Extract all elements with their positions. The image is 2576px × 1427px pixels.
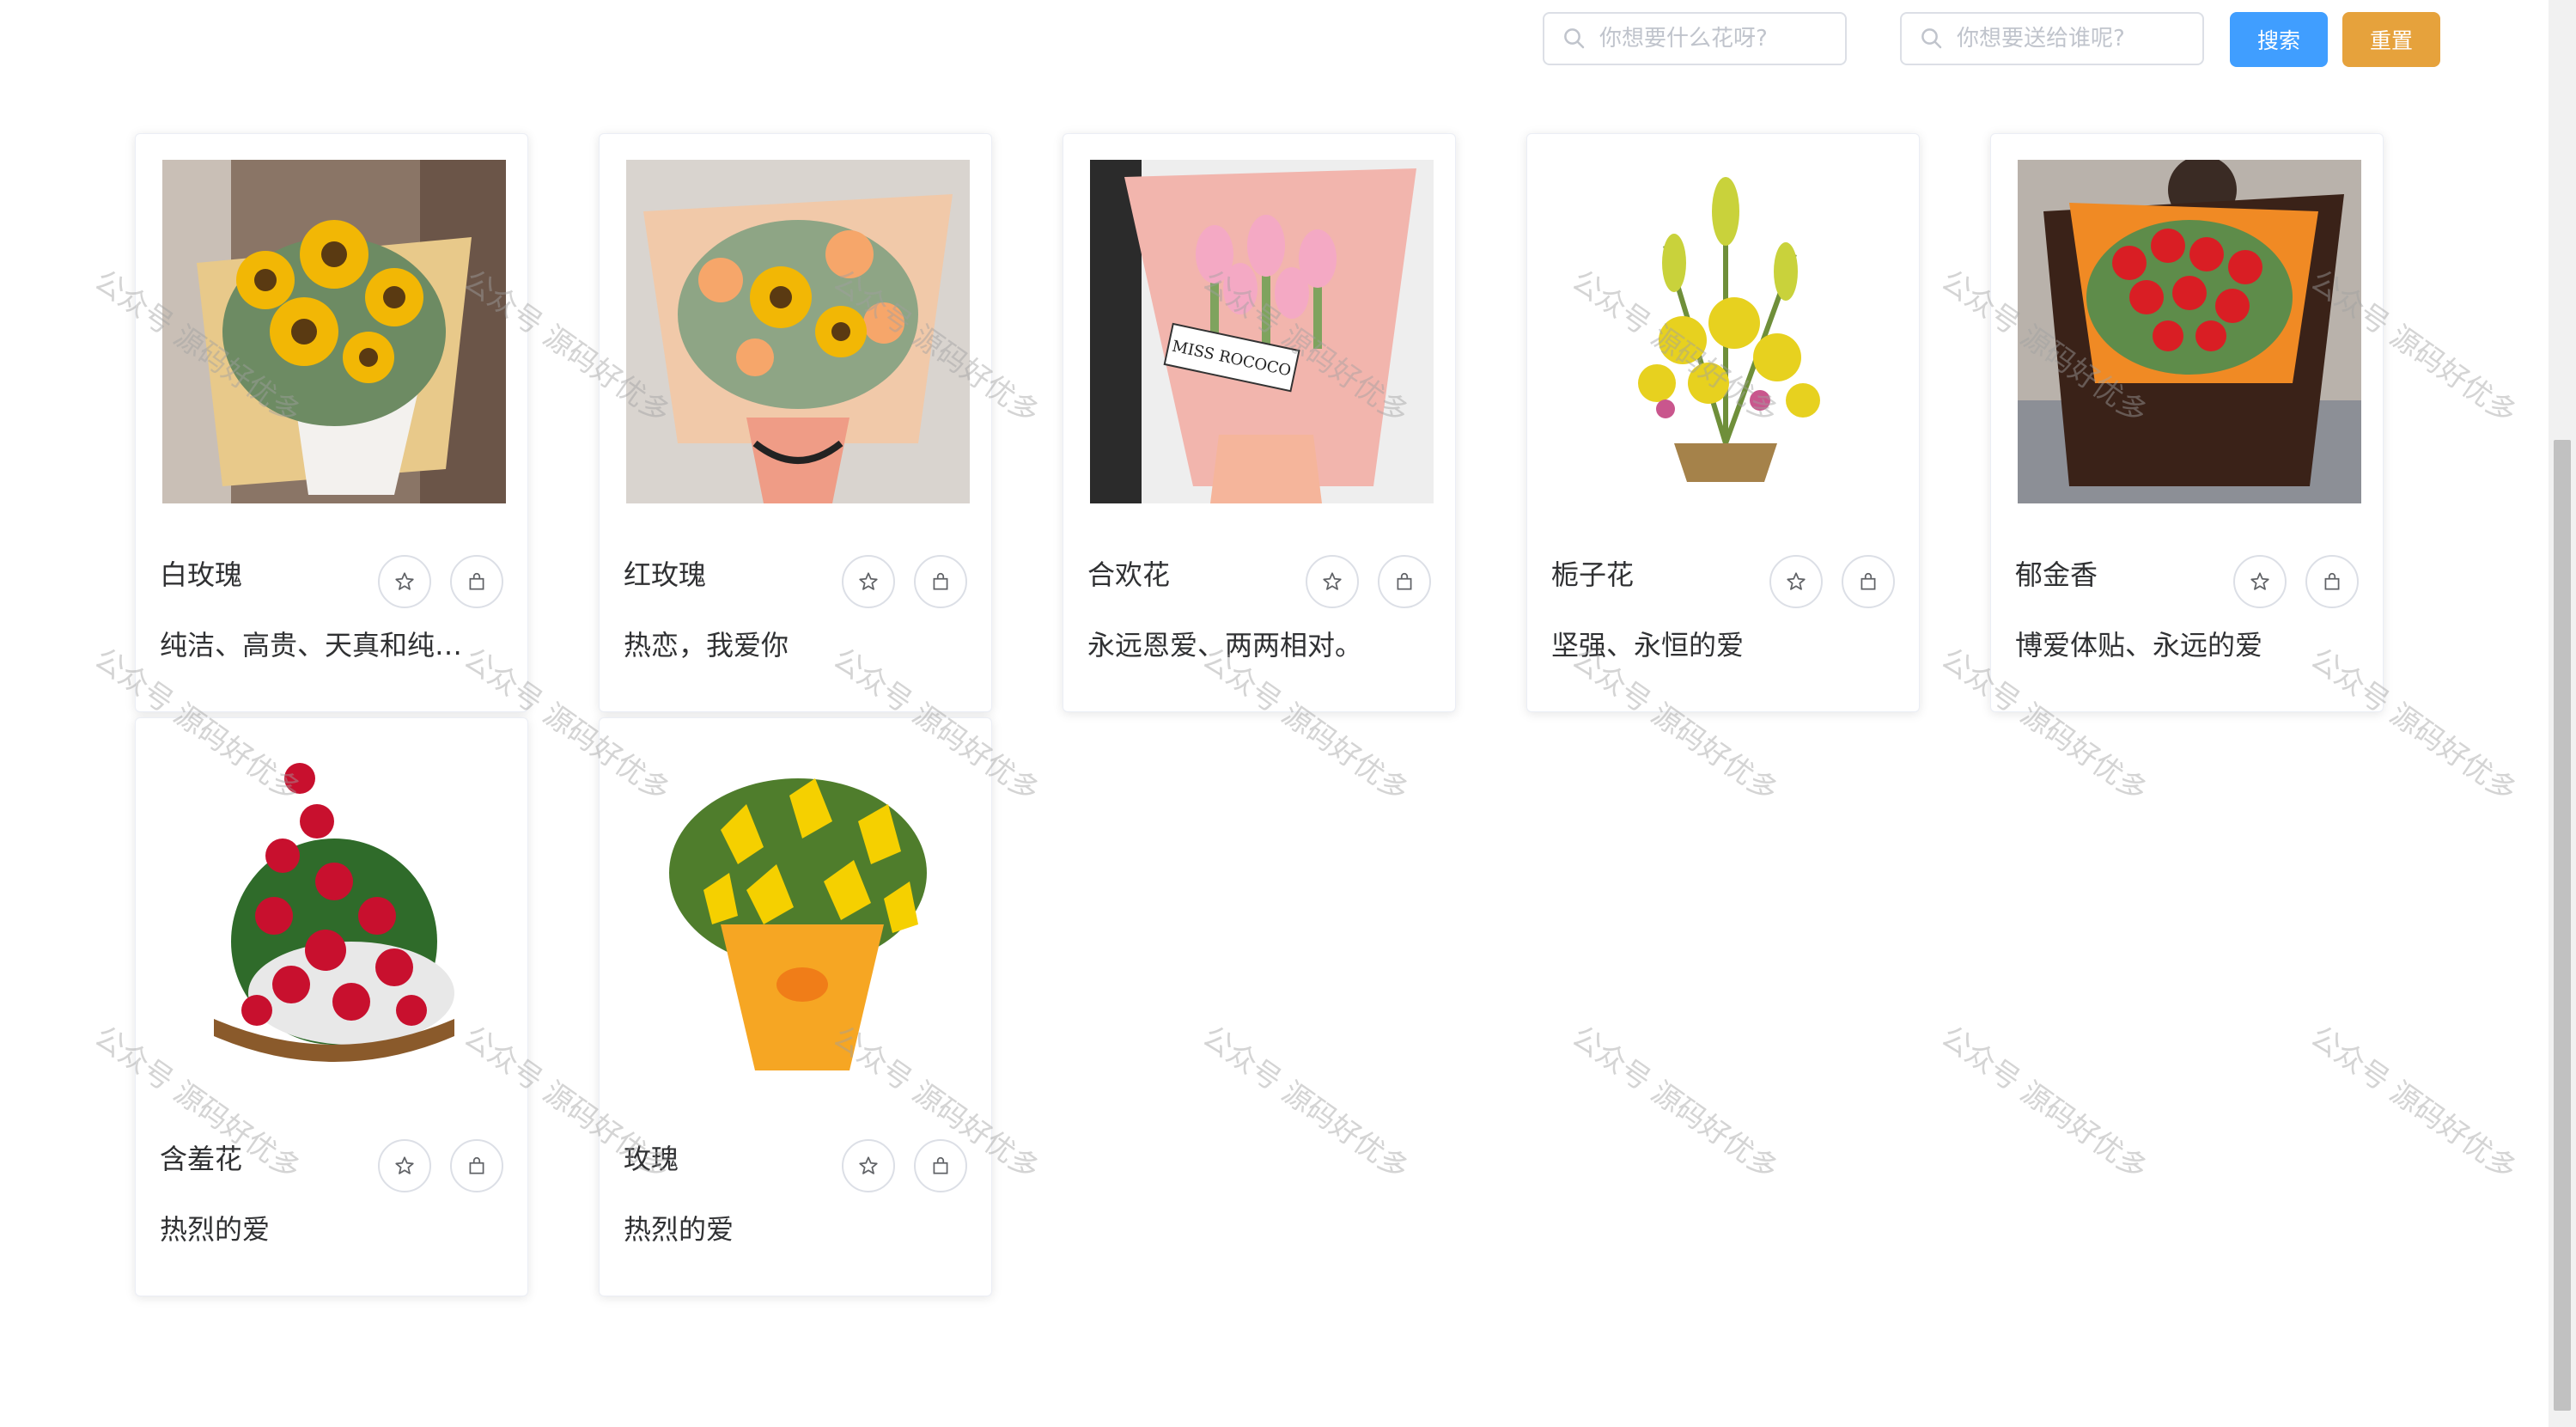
- bag-icon: [469, 1157, 484, 1174]
- watermark-text: 公众号 源码好优多: [1565, 1019, 1785, 1187]
- watermark-text: 公众号 源码好优多: [1934, 1019, 2154, 1187]
- page-scrollbar[interactable]: [2549, 0, 2576, 1427]
- bag-icon: [469, 573, 484, 590]
- product-card[interactable]: 白玫瑰 纯洁、高贵、天真和纯纯的爱: [135, 133, 528, 712]
- favorite-button[interactable]: [842, 1139, 895, 1192]
- add-to-cart-button[interactable]: [2305, 555, 2359, 608]
- watermark-text: 公众号 源码好优多: [2304, 1019, 2524, 1187]
- search-icon: [1921, 28, 1942, 49]
- product-card[interactable]: 红玫瑰 热恋，我爱你: [599, 133, 992, 712]
- product-description: 坚强、永恒的爱: [1551, 629, 1745, 662]
- scrollbar-thumb[interactable]: [2554, 440, 2571, 1411]
- product-image[interactable]: [626, 744, 970, 1088]
- bag-icon: [933, 1157, 948, 1174]
- product-description: 热烈的爱: [160, 1213, 271, 1246]
- search-button[interactable]: 搜索: [2230, 12, 2328, 67]
- add-to-cart-button[interactable]: [1842, 555, 1895, 608]
- add-to-cart-button[interactable]: [914, 555, 967, 608]
- product-card[interactable]: 郁金香 博爱体贴、永远的爱: [1990, 133, 2384, 712]
- favorite-button[interactable]: [842, 555, 895, 608]
- favorite-button[interactable]: [378, 1139, 431, 1192]
- bag-icon: [933, 573, 948, 590]
- star-icon: [395, 1156, 414, 1174]
- flower-search-input[interactable]: [1598, 25, 1833, 52]
- recipient-search-input[interactable]: [1955, 25, 2190, 52]
- product-name: 合欢花: [1087, 558, 1171, 591]
- product-card[interactable]: 玫瑰 热烈的爱: [599, 717, 992, 1296]
- star-icon: [1787, 572, 1806, 590]
- star-icon: [859, 1156, 878, 1174]
- recipient-search-field[interactable]: [1900, 12, 2204, 65]
- product-image[interactable]: [626, 160, 970, 503]
- add-to-cart-button[interactable]: [1378, 555, 1431, 608]
- product-card[interactable]: 栀子花 坚强、永恒的爱: [1526, 133, 1920, 712]
- flower-search-field[interactable]: [1543, 12, 1847, 65]
- bag-icon: [1397, 573, 1412, 590]
- star-icon: [395, 572, 414, 590]
- product-description: 永远恩爱、两两相对。: [1087, 629, 1363, 662]
- add-to-cart-button[interactable]: [914, 1139, 967, 1192]
- product-description: 博爱体贴、永远的爱: [2015, 629, 2263, 662]
- product-description: 纯洁、高贵、天真和纯纯的爱: [160, 629, 486, 662]
- product-description: 热恋，我爱你: [624, 629, 789, 662]
- watermark-text: 公众号 源码好优多: [1196, 1019, 1416, 1187]
- product-name: 玫瑰: [624, 1143, 679, 1175]
- search-icon: [1564, 28, 1585, 49]
- product-name: 含羞花: [160, 1143, 243, 1175]
- product-image[interactable]: [2018, 160, 2361, 503]
- star-icon: [2250, 572, 2269, 590]
- bag-icon: [2324, 573, 2340, 590]
- product-name: 红玫瑰: [624, 558, 707, 591]
- favorite-button[interactable]: [1306, 555, 1359, 608]
- product-image[interactable]: MISS ROCOCO: [1090, 160, 1434, 503]
- add-to-cart-button[interactable]: [450, 555, 503, 608]
- product-name: 白玫瑰: [160, 558, 243, 591]
- product-card[interactable]: MISS ROCOCO 合欢花 永远恩爱、两两相对。: [1063, 133, 1456, 712]
- product-card[interactable]: 含羞花 热烈的爱: [135, 717, 528, 1296]
- product-image[interactable]: [1554, 160, 1897, 503]
- bag-icon: [1860, 573, 1876, 590]
- favorite-button[interactable]: [1769, 555, 1823, 608]
- favorite-button[interactable]: [2233, 555, 2287, 608]
- product-image[interactable]: [162, 160, 506, 503]
- product-description: 热烈的爱: [624, 1213, 734, 1246]
- star-icon: [859, 572, 878, 590]
- product-image[interactable]: [162, 744, 506, 1088]
- product-name: 栀子花: [1551, 558, 1635, 591]
- product-name: 郁金香: [2015, 558, 2098, 591]
- favorite-button[interactable]: [378, 555, 431, 608]
- add-to-cart-button[interactable]: [450, 1139, 503, 1192]
- star-icon: [1323, 572, 1342, 590]
- reset-button[interactable]: 重置: [2342, 12, 2440, 67]
